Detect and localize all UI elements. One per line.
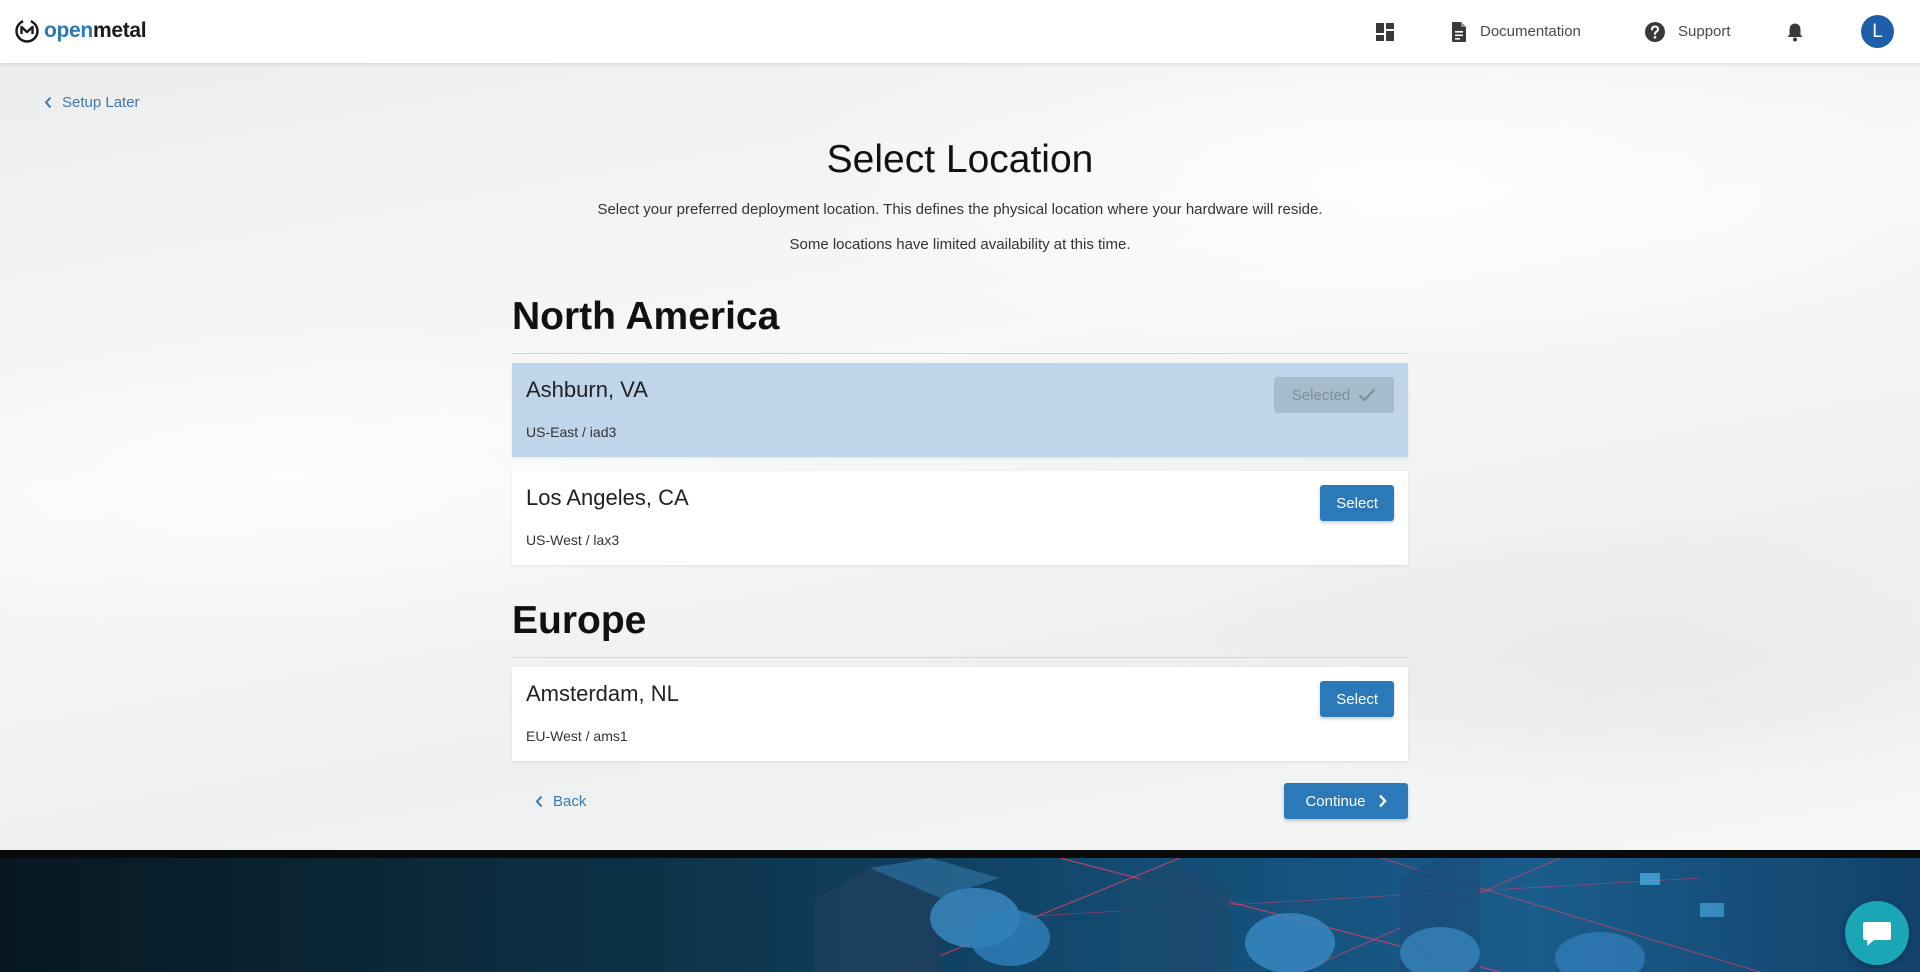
footer-banner-image [0,858,1920,972]
location-card-ashburn[interactable]: Ashburn, VA US-East / iad3 Selected [512,363,1408,457]
notifications-button[interactable] [1786,0,1804,63]
datacenter-illustration [815,858,1761,972]
location-code: US-West / lax3 [526,532,620,548]
select-button-amsterdam[interactable]: Select [1320,681,1394,717]
location-code: US-East / iad3 [526,424,617,440]
continue-label: Continue [1305,792,1366,810]
documentation-label: Documentation [1480,23,1581,40]
page-subtitle-2: Some locations have limited availability… [789,236,1131,253]
location-code: EU-West / ams1 [526,728,628,744]
check-icon [1358,388,1376,402]
documentation-link[interactable]: Documentation [1450,0,1581,63]
location-card-los-angeles[interactable]: Los Angeles, CA US-West / lax3 Select [512,471,1408,565]
region-heading-europe: Europe [512,599,1408,658]
support-label: Support [1678,23,1731,40]
page-subtitle-1: Select your preferred deployment locatio… [597,201,1323,218]
location-card-amsterdam[interactable]: Amsterdam, NL EU-West / ams1 Select [512,667,1408,761]
dashboard-grid-icon [1376,22,1394,41]
selected-button[interactable]: Selected [1274,377,1394,413]
support-link[interactable]: Support [1644,0,1731,63]
chat-widget-button[interactable] [1845,901,1909,965]
location-name: Ashburn, VA [526,377,648,402]
selected-label: Selected [1291,386,1351,404]
chevron-left-icon [44,96,52,108]
page-title: Select Location [826,138,1094,181]
chevron-right-icon [1378,794,1387,808]
dashboard-button[interactable] [1375,0,1395,63]
openmetal-logo-icon [15,19,39,43]
back-link[interactable]: Back [535,792,586,810]
back-label: Back [553,792,587,810]
select-button-los-angeles[interactable]: Select [1320,485,1394,521]
location-name: Amsterdam, NL [526,681,679,706]
openmetal-logo[interactable]: openmetal [14,16,147,46]
continue-button[interactable]: Continue [1284,783,1408,819]
chat-icon [1863,922,1891,946]
top-navbar: openmetal Documentation Support L [0,0,1920,63]
document-icon [1452,21,1466,42]
region-heading-north-america: North America [512,295,1408,354]
setup-later-link[interactable]: Setup Later [44,93,140,111]
logo-text: openmetal [44,19,147,42]
setup-later-label: Setup Later [62,93,140,111]
chevron-left-icon [535,795,543,807]
bell-icon [1787,23,1803,41]
help-circle-icon [1645,21,1665,42]
footer-divider [0,850,1920,858]
location-name: Los Angeles, CA [526,485,689,510]
avatar: L [1861,15,1894,48]
user-avatar-button[interactable]: L [1861,0,1894,63]
